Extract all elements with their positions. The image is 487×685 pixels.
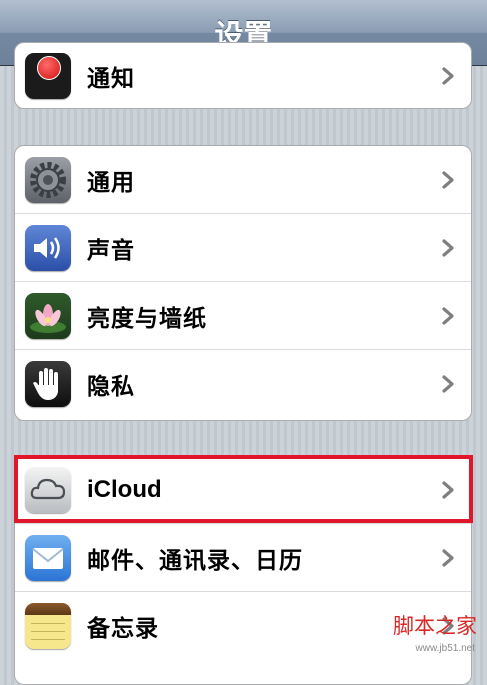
mail-envelope-icon <box>25 534 71 581</box>
settings-row-general[interactable]: 通用 <box>15 146 471 214</box>
notifications-icon <box>25 53 71 99</box>
settings-row-label: 隐私 <box>87 374 135 400</box>
settings-row-label: 通用 <box>87 169 135 196</box>
gear-icon <box>25 156 71 203</box>
chevron-right-icon <box>442 548 454 567</box>
settings-row-notifications[interactable]: 通知 <box>15 43 471 108</box>
settings-row-brightness-wallpaper[interactable]: 亮度与墙纸 <box>15 282 471 350</box>
settings-group-notifications: 通知 <box>14 42 472 109</box>
settings-row-label: 声音 <box>87 237 135 264</box>
chevron-right-icon <box>442 238 454 257</box>
chevron-right-icon <box>442 306 454 325</box>
chevron-right-icon <box>442 375 454 393</box>
hand-icon <box>25 361 71 407</box>
chevron-right-icon <box>442 67 454 85</box>
settings-row-privacy[interactable]: 隐私 <box>15 350 471 418</box>
settings-row-mail-contacts-calendars[interactable]: 邮件、通讯录、日历 <box>15 524 471 592</box>
icloud-highlight-box <box>14 455 473 523</box>
settings-row-label: 通知 <box>87 66 135 92</box>
watermark-url: www.jb51.net <box>415 643 475 654</box>
settings-row-label: 亮度与墙纸 <box>87 305 207 332</box>
settings-row-label: 备忘录 <box>87 616 159 642</box>
settings-row-label: 邮件、通讯录、日历 <box>87 547 303 574</box>
watermark-text: 脚本之家 <box>393 614 477 638</box>
settings-row-sounds[interactable]: 声音 <box>15 214 471 282</box>
notepad-icon <box>25 603 71 649</box>
settings-group-general: 通用 声音 亮度与墙纸 隐私 <box>14 145 472 421</box>
speaker-icon <box>25 224 71 271</box>
watermark: 脚本之家 www.jb51.net <box>321 614 481 656</box>
chevron-right-icon <box>442 170 454 189</box>
flower-wallpaper-icon <box>25 292 71 339</box>
